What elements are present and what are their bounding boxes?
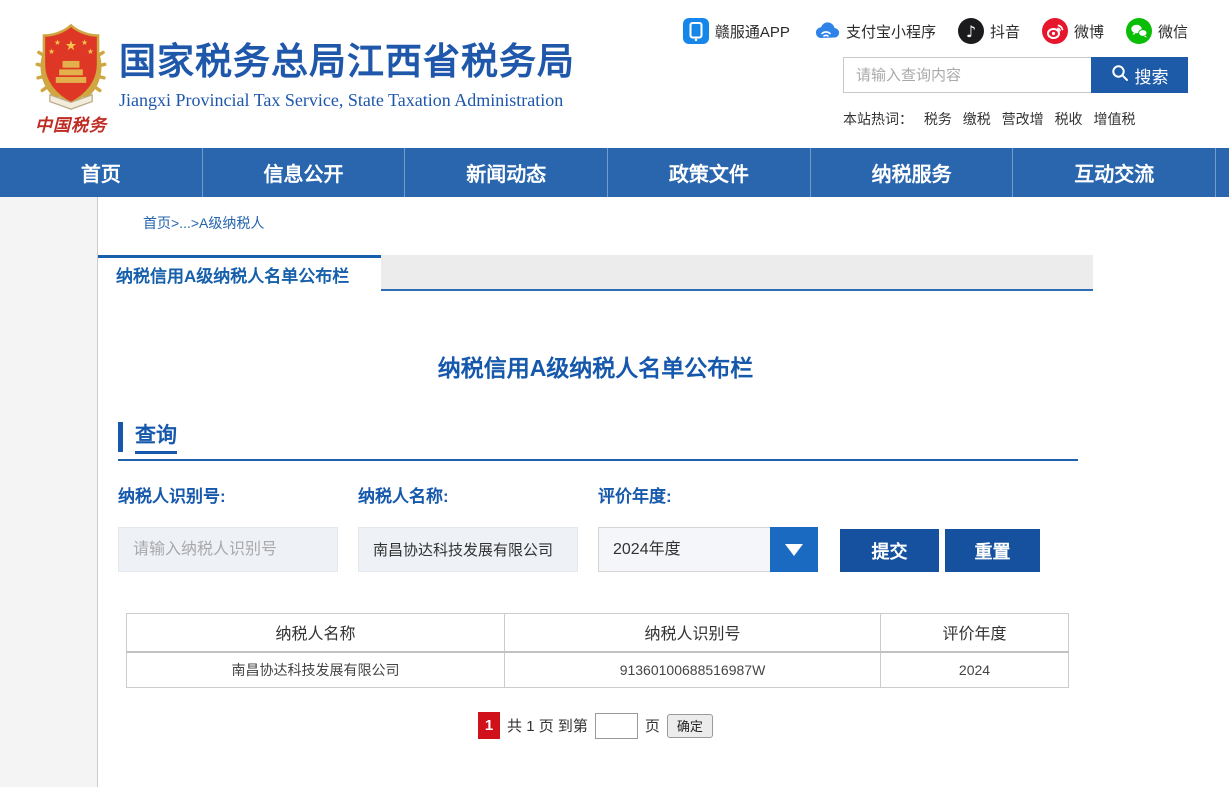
- nav-item-info-disclosure[interactable]: 信息公开: [203, 148, 406, 197]
- social-link-wechat[interactable]: 微信: [1126, 18, 1188, 44]
- cell-evaluation-year: 2024: [881, 652, 1069, 688]
- tab-bar-filler: [381, 255, 1093, 291]
- hot-word-link[interactable]: 营改增: [1002, 111, 1044, 127]
- hot-word-link[interactable]: 税收: [1055, 111, 1083, 127]
- search-button[interactable]: 搜索: [1091, 57, 1188, 93]
- taxpayer-id-label: 纳税人识别号:: [118, 482, 226, 507]
- cell-taxpayer-name: 南昌协达科技发展有限公司: [127, 652, 505, 688]
- site-logo: ★ ★ ★ ★ ★ 中国税务: [27, 22, 115, 136]
- social-links-row: 赣服通APP 支付宝小程序 ♪ 抖音: [683, 18, 1188, 44]
- svg-text:♪: ♪: [966, 22, 976, 41]
- select-arrow-box[interactable]: [770, 527, 818, 572]
- svg-text:★: ★: [54, 38, 61, 47]
- section-accent-bar: [118, 422, 123, 452]
- search-button-label: 搜索: [1135, 63, 1169, 88]
- taxpayer-name-label: 纳税人名称:: [358, 482, 449, 507]
- tab-a-level-taxpayer-list[interactable]: 纳税信用A级纳税人名单公布栏: [98, 255, 381, 291]
- taxpayer-name-input[interactable]: [358, 527, 578, 572]
- nav-item-policy-documents[interactable]: 政策文件: [608, 148, 811, 197]
- breadcrumb[interactable]: 首页>...>A级纳税人: [143, 213, 264, 233]
- svg-text:★: ★: [48, 47, 55, 56]
- site-subtitle-english: Jiangxi Provincial Tax Service, State Ta…: [119, 90, 575, 111]
- table-row: 南昌协达科技发展有限公司 91360100688516987W 2024: [127, 652, 1069, 688]
- query-section-header: 查询: [118, 419, 177, 454]
- table-header-row: 纳税人名称 纳税人识别号 评价年度: [127, 614, 1069, 652]
- hot-words-row: 本站热词： 税务 缴税 营改增 税收 增值税: [843, 109, 1135, 129]
- app-icon: [683, 18, 709, 44]
- evaluation-year-label: 评价年度:: [598, 482, 672, 507]
- svg-text:★: ★: [87, 47, 94, 56]
- chevron-down-icon: [785, 544, 803, 556]
- submit-button[interactable]: 提交: [840, 529, 939, 572]
- header-evaluation-year: 评价年度: [881, 614, 1069, 652]
- page-title: 纳税信用A级纳税人名单公布栏: [98, 349, 1093, 383]
- results-table: 纳税人名称 纳税人识别号 评价年度 南昌协达科技发展有限公司 913601006…: [126, 613, 1069, 688]
- social-label: 微信: [1158, 21, 1188, 42]
- social-label: 微博: [1074, 21, 1104, 42]
- hot-word-link[interactable]: 缴税: [963, 111, 991, 127]
- section-divider: [118, 459, 1078, 461]
- goto-confirm-button[interactable]: 确定: [667, 714, 713, 738]
- svg-text:★: ★: [65, 38, 77, 53]
- pagination: 1 共 1 页 到第 页 确定: [98, 712, 1093, 739]
- nav-item-news[interactable]: 新闻动态: [405, 148, 608, 197]
- wechat-icon: [1126, 18, 1152, 44]
- header-taxpayer-id: 纳税人识别号: [505, 614, 881, 652]
- hot-words-label: 本站热词：: [843, 111, 913, 127]
- social-label: 赣服通APP: [715, 21, 790, 42]
- nav-item-interaction[interactable]: 互动交流: [1013, 148, 1216, 197]
- main-navigation: 首页 信息公开 新闻动态 政策文件 纳税服务 互动交流: [0, 148, 1229, 197]
- pagination-unit-label: 页: [645, 715, 660, 736]
- page-number-current[interactable]: 1: [478, 712, 500, 739]
- pagination-total-text: 共 1 页 到第: [507, 715, 588, 736]
- social-link-alipay-miniprogram[interactable]: 支付宝小程序: [812, 18, 936, 44]
- svg-text:★: ★: [81, 38, 88, 47]
- tab-bar: 纳税信用A级纳税人名单公布栏: [98, 255, 1093, 291]
- nav-overflow-stub: [1216, 148, 1229, 197]
- reset-button[interactable]: 重置: [945, 529, 1040, 572]
- site-header: ★ ★ ★ ★ ★ 中国税务 国家税务总局江西省税务局 Jiangxi Prov…: [0, 0, 1229, 148]
- content-panel: 首页>...>A级纳税人 纳税信用A级纳税人名单公布栏 纳税信用A级纳税人名单公…: [97, 197, 1229, 787]
- cell-taxpayer-id: 91360100688516987W: [505, 652, 881, 688]
- search-input[interactable]: [843, 57, 1091, 93]
- alipay-icon: [812, 18, 840, 44]
- social-link-weibo[interactable]: 微博: [1042, 18, 1104, 44]
- goto-page-input[interactable]: [595, 713, 638, 739]
- site-search: 搜索: [843, 57, 1188, 93]
- taxpayer-id-input[interactable]: [118, 527, 338, 572]
- douyin-icon: ♪: [958, 18, 984, 44]
- site-title: 国家税务总局江西省税务局: [119, 40, 575, 84]
- hot-word-link[interactable]: 税务: [924, 111, 952, 127]
- logo-caption: 中国税务: [27, 111, 115, 136]
- evaluation-year-select[interactable]: 2024年度: [598, 527, 818, 572]
- hot-word-link[interactable]: 增值税: [1093, 111, 1135, 127]
- header-taxpayer-name: 纳税人名称: [127, 614, 505, 652]
- evaluation-year-selected-value: 2024年度: [613, 528, 681, 571]
- search-icon: [1111, 64, 1129, 87]
- site-titles: 国家税务总局江西省税务局 Jiangxi Provincial Tax Serv…: [119, 40, 575, 111]
- nav-item-home[interactable]: 首页: [0, 148, 203, 197]
- page-body: 首页>...>A级纳税人 纳税信用A级纳税人名单公布栏 纳税信用A级纳税人名单公…: [0, 197, 1229, 787]
- social-link-douyin[interactable]: ♪ 抖音: [958, 18, 1020, 44]
- social-label: 抖音: [990, 21, 1020, 42]
- nav-item-tax-services[interactable]: 纳税服务: [811, 148, 1014, 197]
- social-link-ganfutong[interactable]: 赣服通APP: [683, 18, 790, 44]
- social-label: 支付宝小程序: [846, 21, 936, 42]
- weibo-icon: [1042, 18, 1068, 44]
- query-section-title: 查询: [135, 419, 177, 454]
